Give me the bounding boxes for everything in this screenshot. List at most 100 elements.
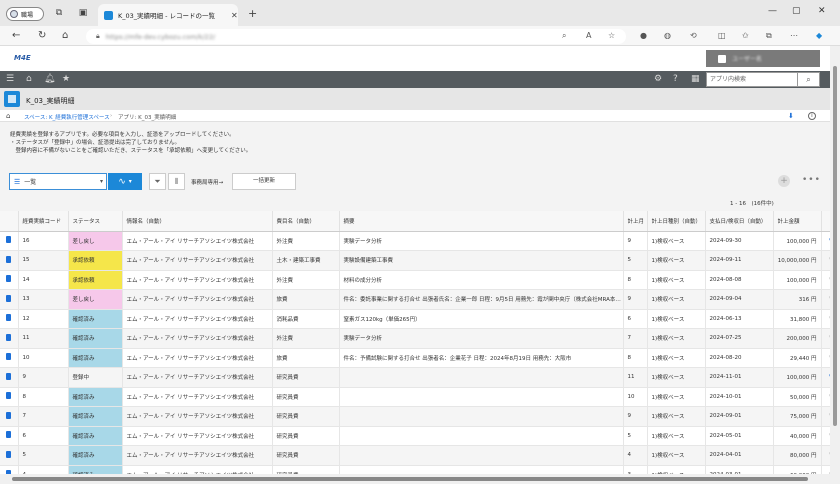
collections-icon[interactable]: ⧉	[766, 31, 772, 41]
record-detail-icon[interactable]	[0, 289, 19, 310]
portal-home-icon[interactable]: ⌂	[26, 74, 32, 85]
record-detail-icon[interactable]	[0, 231, 19, 251]
favorites-icon[interactable]: ✩	[742, 31, 749, 40]
record-detail-icon[interactable]	[0, 406, 19, 427]
table-row[interactable]: 8 確認済み エム・アール・アイ リサーチアソシエイツ株式会社 研究員費 10 1)検収ベ…	[0, 387, 830, 407]
table-row[interactable]: 7 確認済み エム・アール・アイ リサーチアソシエイツ株式会社 研究員費 9 1)検収ベー…	[0, 406, 830, 427]
record-detail-icon[interactable]	[0, 426, 19, 446]
favorite-star-icon[interactable]: ☆	[608, 31, 615, 40]
extension2-icon[interactable]: ◍	[664, 31, 671, 40]
column-header[interactable]: 摘要	[339, 211, 624, 232]
edit-pencil-icon[interactable]: ✎	[821, 231, 830, 251]
table-row[interactable]: 10 確認済み エム・アール・アイ リサーチアソシエイツ株式会社 旅費 件名：予備試験に…	[0, 348, 830, 368]
record-detail-icon[interactable]	[0, 367, 19, 388]
favorites-star-icon[interactable]: ★	[62, 74, 70, 85]
new-tab-icon[interactable]: +	[248, 7, 257, 20]
more-options-icon[interactable]: •••	[802, 175, 821, 185]
home-icon[interactable]: ⌂	[62, 30, 68, 42]
zoom-icon[interactable]: ⌕	[562, 31, 566, 41]
vertical-scrollbar[interactable]	[830, 46, 840, 484]
copilot-icon[interactable]: ◆	[816, 31, 822, 40]
view-selector[interactable]: ☰ 一覧 ▾	[9, 173, 107, 190]
table-row[interactable]: 14 承認依頼 エム・アール・アイ リサーチアソシエイツ株式会社 外注費 材料の成分分析…	[0, 270, 830, 290]
add-record-button[interactable]: +	[778, 175, 790, 187]
breadcrumb-space[interactable]: スペース: K_経費執行管理スペース	[24, 113, 110, 121]
record-detail-icon[interactable]	[0, 270, 19, 290]
table-row[interactable]: 15 承認依頼 エム・アール・アイ リサーチアソシエイツ株式会社 土木・建築工事費 実験…	[0, 250, 830, 271]
table-row[interactable]: 12 確認済み エム・アール・アイ リサーチアソシエイツ株式会社 消耗品費 窒素ガス12…	[0, 309, 830, 329]
breadcrumb-home-icon[interactable]: ⌂	[6, 112, 10, 120]
table-row[interactable]: 4確認済みエム・アール・アイ リサーチアソシエイツ株式会社研究員費 31)検収ベー…	[0, 465, 830, 474]
url-field[interactable]: 🔒︎ https://mfe-dev.cybozu.com/k/22/	[86, 29, 626, 44]
site-logo[interactable]: M4E	[14, 54, 31, 62]
edit-pencil-icon[interactable]: ✎	[821, 289, 830, 310]
table-row[interactable]: 9 登録中 エム・アール・アイ リサーチアソシエイツ株式会社 研究員費 11 1)検収ベー…	[0, 367, 830, 388]
edit-pencil-icon[interactable]: ✎	[821, 426, 830, 446]
workspaces-icon[interactable]: ⧉	[54, 8, 64, 18]
edit-pencil-icon[interactable]: ✎	[821, 309, 830, 329]
column-header[interactable]: 計上日種別（自動）	[647, 211, 706, 232]
filter-button[interactable]: ⏷	[149, 173, 166, 190]
edit-pencil-icon[interactable]: ✎	[821, 348, 830, 368]
edit-pencil-icon[interactable]: ✎	[821, 465, 830, 474]
record-detail-icon[interactable]	[0, 348, 19, 368]
more-menu-icon[interactable]: ⋯	[790, 31, 798, 40]
settings-gear-icon[interactable]: ⚙	[654, 74, 662, 85]
edit-pencil-icon[interactable]: ✎	[821, 367, 830, 388]
refresh-icon[interactable]: ↻	[38, 30, 46, 42]
back-icon[interactable]: ←	[12, 30, 20, 42]
table-row[interactable]: 13 差し戻し エム・アール・アイ リサーチアソシエイツ株式会社 旅費 件名：委託事業に…	[0, 289, 830, 310]
chart-button[interactable]: ⫴	[168, 173, 185, 190]
graph-button[interactable]: ∿ ▾	[108, 173, 142, 190]
pin-icon[interactable]: ⬇︎	[788, 112, 794, 120]
edit-pencil-icon[interactable]: ✎	[821, 387, 830, 407]
column-header[interactable]: 計上月	[623, 211, 648, 232]
close-tab-icon[interactable]: ✕	[231, 11, 238, 20]
column-header[interactable]: 計上金額	[773, 211, 822, 232]
help-icon[interactable]: ?	[673, 74, 678, 85]
document-icon	[6, 333, 12, 341]
bulk-update-button[interactable]: 一括更新	[232, 173, 296, 190]
extension3-icon[interactable]: ⟲	[690, 31, 697, 40]
column-header[interactable]: ステータス	[68, 211, 123, 232]
table-row[interactable]: 16 差し戻し エム・アール・アイ リサーチアソシエイツ株式会社 外注費 実験データ分析…	[0, 231, 830, 251]
extension-icon[interactable]: ●	[640, 31, 647, 40]
edit-pencil-icon[interactable]: ✎	[821, 250, 830, 271]
record-detail-icon[interactable]	[0, 465, 19, 474]
read-aloud-icon[interactable]: A	[586, 31, 591, 40]
table-row[interactable]: 5 確認済み エム・アール・アイ リサーチアソシエイツ株式会社 研究員費 4 1)検収ベー…	[0, 445, 830, 466]
edit-pencil-icon[interactable]: ✎	[821, 270, 830, 290]
menu-icon[interactable]: ☰	[6, 74, 14, 85]
column-header[interactable]: 費目名（自動）	[272, 211, 340, 232]
tab-actions-icon[interactable]: ▣	[78, 8, 88, 18]
split-screen-icon[interactable]: ◫	[718, 31, 726, 40]
user-menu[interactable]: ユーザー名	[706, 50, 820, 67]
grid-icon[interactable]: ▦	[691, 74, 700, 85]
browser-tab-active[interactable]: K_03_実績明細 - レコードの一覧 ✕	[98, 4, 238, 26]
app-search-input[interactable]: アプリ内検索	[706, 72, 798, 87]
edit-pencil-icon[interactable]: ✎	[821, 406, 830, 427]
minimize-icon[interactable]: —	[768, 6, 777, 16]
record-detail-icon[interactable]	[0, 387, 19, 407]
column-header[interactable]: 情報名（自動）	[122, 211, 273, 232]
cell-info: エム・アール・アイ リサーチアソシエイツ株式会社	[122, 465, 273, 474]
record-detail-icon[interactable]	[0, 328, 19, 349]
notification-bell-icon[interactable]: 🔔︎	[44, 74, 55, 85]
record-detail-icon[interactable]	[0, 309, 19, 329]
scrollbar-thumb[interactable]	[12, 477, 808, 481]
horizontal-scrollbar[interactable]	[0, 474, 830, 484]
maximize-icon[interactable]: ▢	[792, 6, 801, 16]
column-header[interactable]: 経費実績コード	[18, 211, 69, 232]
scrollbar-thumb[interactable]	[833, 66, 837, 426]
profile-button[interactable]: 職場	[6, 7, 44, 21]
info-icon[interactable]: i	[808, 112, 816, 120]
column-header[interactable]: 支払日/検収日（自動）	[705, 211, 774, 232]
record-detail-icon[interactable]	[0, 445, 19, 466]
close-window-icon[interactable]: ✕	[818, 6, 826, 16]
record-detail-icon[interactable]	[0, 250, 19, 271]
table-row[interactable]: 6 確認済み エム・アール・アイ リサーチアソシエイツ株式会社 研究員費 5 1)検収ベー…	[0, 426, 830, 446]
edit-pencil-icon[interactable]: ✎	[821, 445, 830, 466]
search-icon[interactable]: ⌕	[798, 72, 820, 87]
edit-pencil-icon[interactable]: ✎	[821, 328, 830, 349]
table-row[interactable]: 11 確認済み エム・アール・アイ リサーチアソシエイツ株式会社 外注費 実験データ分析…	[0, 328, 830, 349]
